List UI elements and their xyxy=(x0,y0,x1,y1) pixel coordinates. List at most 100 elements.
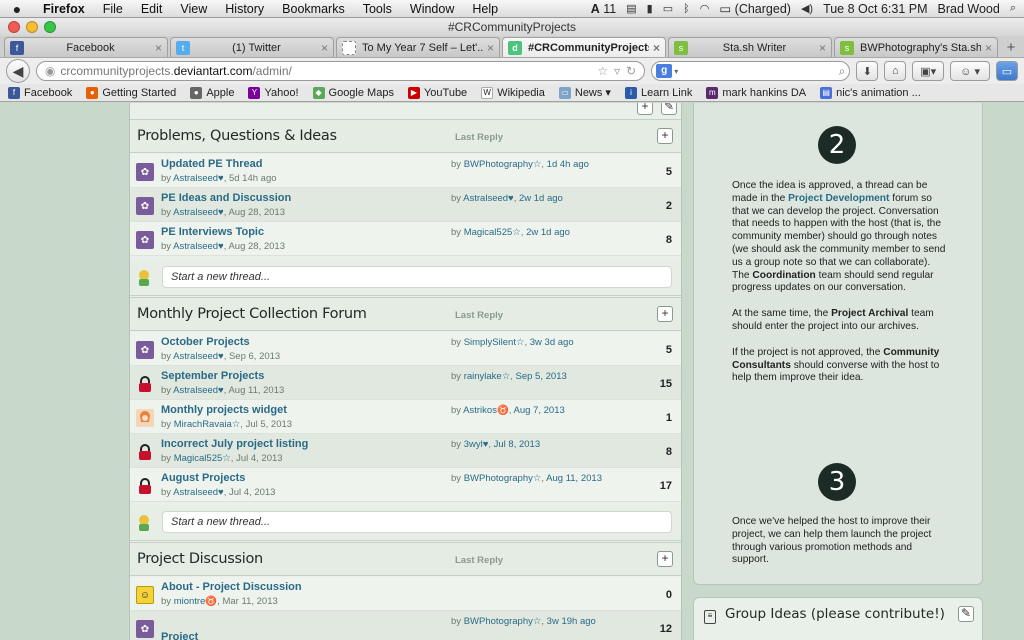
menu-tools[interactable]: Tools xyxy=(354,2,401,16)
thread-row[interactable]: ✿ PE Ideas and Discussion by Astralseed♥… xyxy=(130,188,681,222)
home-button[interactable]: ⌂ xyxy=(884,61,907,81)
user-avatar[interactable]: ✿ xyxy=(136,163,154,181)
forum-link[interactable]: Project Development xyxy=(788,193,889,204)
scroll-icon[interactable]: ▮ xyxy=(647,2,653,15)
clock[interactable]: Tue 8 Oct 6:31 PM xyxy=(823,2,927,16)
menu-edit[interactable]: Edit xyxy=(132,2,172,16)
thread-author[interactable]: Magical525☆ xyxy=(174,453,231,464)
thread-author[interactable]: Astralseed♥ xyxy=(173,487,224,498)
user-avatar[interactable]: ✿ xyxy=(136,231,154,249)
reply-time[interactable]: Aug 11, 2013 xyxy=(546,473,602,484)
bookmark-star-icon[interactable]: ☆ xyxy=(597,64,608,78)
thread-row[interactable]: Monthly projects widget by MirachRavaia☆… xyxy=(130,400,681,434)
sidebar-button[interactable]: ▣▾ xyxy=(912,61,945,81)
thread-title[interactable]: Monthly projects widget xyxy=(161,404,287,416)
thread-title[interactable]: September Projects xyxy=(161,370,264,382)
tab-bwphotography-stash[interactable]: s BWPhotography's Sta.sh × xyxy=(834,37,998,57)
user-avatar[interactable]: ✿ xyxy=(136,341,154,359)
thread-title[interactable]: PE Ideas and Discussion xyxy=(161,192,291,204)
new-topic-button[interactable]: + xyxy=(657,306,673,322)
search-icon[interactable]: ⌕ xyxy=(839,64,846,79)
tab-twitter[interactable]: t (1) Twitter × xyxy=(170,37,334,57)
user-avatar[interactable] xyxy=(136,409,154,427)
thread-title[interactable]: PE Interviews Topic xyxy=(161,226,264,238)
apple-icon[interactable]: ● xyxy=(0,1,34,17)
group-ideas-title[interactable]: Group Ideas (please contribute!) xyxy=(725,606,955,622)
url-bar[interactable]: ◉ crcommunityprojects. deviantart.com/adm… xyxy=(35,61,646,81)
reply-time[interactable]: 3w 19h ago xyxy=(547,616,596,627)
bookmark-yahoo[interactable]: Y Yahoo! xyxy=(248,86,299,99)
bookmark-facebook[interactable]: f Facebook xyxy=(8,86,72,99)
reply-time[interactable]: 2w 1d ago xyxy=(519,193,563,204)
menu-app-name[interactable]: Firefox xyxy=(34,2,94,16)
addon-button[interactable]: ☺ ▾ xyxy=(950,61,990,81)
zoom-window-icon[interactable] xyxy=(44,21,56,33)
bookmark-apple[interactable]: ● Apple xyxy=(190,86,234,99)
reply-user[interactable]: Astrikos♉ xyxy=(463,405,509,416)
thread-author[interactable]: Astralseed♥ xyxy=(173,351,224,362)
menu-file[interactable]: File xyxy=(94,2,132,16)
reply-user[interactable]: BWPhotography☆ xyxy=(464,473,542,484)
display-icon[interactable]: ▭ xyxy=(663,2,673,15)
forum-title[interactable]: Monthly Project Collection Forum xyxy=(137,306,367,322)
bookmark-youtube[interactable]: ▶ YouTube xyxy=(407,86,467,99)
sync-button[interactable]: ▭ xyxy=(996,61,1018,81)
edit-icon[interactable]: ✎ xyxy=(958,606,974,622)
spotlight-icon[interactable]: ⌕ xyxy=(1010,2,1016,15)
thread-row[interactable]: ✿ Project by BWPhotography☆, 3w 19h ago … xyxy=(130,611,681,640)
back-button[interactable]: ◀ xyxy=(6,59,30,83)
user-avatar[interactable]: ✿ xyxy=(136,620,154,638)
bookmark-learn-link[interactable]: i Learn Link xyxy=(624,86,692,99)
reply-time[interactable]: Aug 7, 2013 xyxy=(514,405,565,416)
close-tab-icon[interactable]: × xyxy=(155,41,162,55)
volume-icon[interactable]: ◀) xyxy=(801,2,813,15)
wifi-icon[interactable]: ◠ xyxy=(700,2,710,15)
thread-row[interactable]: September Projects by Astralseed♥, Aug 1… xyxy=(130,366,681,400)
bookmark-mark-hankins[interactable]: m mark hankins DA xyxy=(706,86,806,99)
search-bar[interactable]: g ▾ ⌕ xyxy=(651,61,851,81)
reply-user[interactable]: Magical525☆ xyxy=(464,227,521,238)
thread-row[interactable]: August Projects by Astralseed♥, Jul 4, 2… xyxy=(130,468,681,502)
thread-row[interactable]: ✿ Updated PE Thread by Astralseed♥, 5d 1… xyxy=(130,154,681,188)
bookmark-wikipedia[interactable]: W Wikipedia xyxy=(481,86,545,99)
flag-icon[interactable]: ▤ xyxy=(626,2,636,15)
close-tab-icon[interactable]: × xyxy=(653,41,660,55)
tab-crcommunityprojects[interactable]: d #CRCommunityProjects × xyxy=(502,37,666,57)
user-name[interactable]: Brad Wood xyxy=(938,2,1000,16)
new-tab-button[interactable]: + xyxy=(1000,37,1022,57)
thread-author[interactable]: miontre♉ xyxy=(174,596,218,607)
thread-title[interactable]: About - Project Discussion xyxy=(161,581,302,593)
reply-user[interactable]: SimplySilent☆ xyxy=(464,337,525,348)
reply-user[interactable]: rainylake☆ xyxy=(464,371,511,382)
user-avatar[interactable]: ☺ xyxy=(136,586,154,604)
reply-user[interactable]: Astralseed♥ xyxy=(463,193,514,204)
reply-time[interactable]: 3w 3d ago xyxy=(530,337,574,348)
thread-title[interactable]: August Projects xyxy=(161,472,245,484)
thread-title[interactable]: October Projects xyxy=(161,336,250,348)
menu-window[interactable]: Window xyxy=(401,2,463,16)
tab-facebook[interactable]: f Facebook × xyxy=(4,37,168,57)
menu-help[interactable]: Help xyxy=(463,2,507,16)
downloads-button[interactable]: ⬇ xyxy=(856,61,879,81)
reply-user[interactable]: 3wyl♥ xyxy=(464,439,489,450)
bookmark-news-folder[interactable]: ▭ News ▾ xyxy=(558,86,611,99)
thread-author[interactable]: MirachRavaia☆ xyxy=(174,419,241,430)
thread-author[interactable]: Astralseed♥ xyxy=(173,385,224,396)
new-topic-button[interactable]: + xyxy=(657,128,673,144)
reply-time[interactable]: Jul 8, 2013 xyxy=(494,439,540,450)
reply-time[interactable]: 2w 1d ago xyxy=(526,227,570,238)
adobe-icon[interactable]: A 11 xyxy=(591,2,617,16)
close-tab-icon[interactable]: × xyxy=(819,41,826,55)
close-tab-icon[interactable]: × xyxy=(487,41,494,55)
thread-title[interactable]: Project xyxy=(161,631,198,640)
forum-title[interactable]: Project Discussion xyxy=(137,551,263,567)
reload-icon[interactable]: ↻ xyxy=(626,64,636,78)
reply-time[interactable]: Sep 5, 2013 xyxy=(516,371,567,382)
thread-row[interactable]: ✿ PE Interviews Topic by Astralseed♥, Au… xyxy=(130,222,681,256)
reply-user[interactable]: BWPhotography☆ xyxy=(464,616,542,627)
menu-view[interactable]: View xyxy=(171,2,216,16)
reply-time[interactable]: 1d 4h ago xyxy=(547,159,589,170)
thread-row[interactable]: ✿ October Projects by Astralseed♥, Sep 6… xyxy=(130,332,681,366)
thread-author[interactable]: Astralseed♥ xyxy=(173,241,224,252)
bluetooth-icon[interactable]: ᛒ xyxy=(683,3,690,15)
